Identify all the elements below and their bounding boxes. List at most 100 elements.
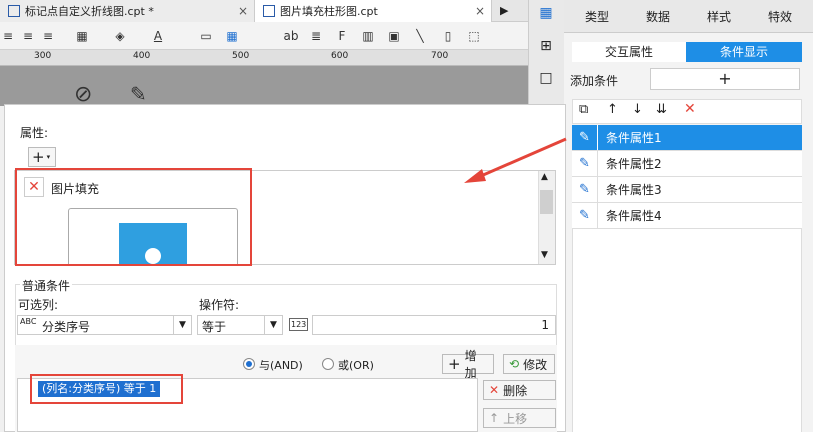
abc-icon: ABC — [20, 317, 37, 326]
delete-button[interactable]: ✕ 删除 — [483, 380, 556, 400]
border-icon[interactable]: ▦ — [74, 28, 90, 44]
condition-item[interactable]: ✎ 条件属性2 — [572, 151, 802, 177]
close-icon[interactable]: × — [238, 4, 248, 18]
move-bottom-icon[interactable]: ⇊ — [656, 102, 667, 117]
tab-label: 标记点自定义折线图.cpt * — [25, 5, 154, 18]
ruler-tick: 700 — [431, 51, 449, 61]
operator-select-value: 等于 — [202, 320, 227, 334]
tab-bar-chart[interactable]: 图片填充柱形图.cpt × — [255, 0, 492, 22]
and-radio[interactable] — [243, 358, 255, 370]
grid-icon[interactable]: ⊞ — [536, 38, 556, 58]
column-label: 可选列: — [18, 298, 59, 312]
add-property-button[interactable]: + ▾ — [28, 147, 56, 167]
image-icon[interactable]: ▣ — [386, 28, 402, 44]
arrow-up-icon: ↑ — [489, 411, 500, 425]
plus-icon: + — [448, 355, 461, 373]
tab-effects[interactable]: 特效 — [768, 8, 792, 25]
ruler — [0, 50, 528, 66]
modify-button[interactable]: ⟲ 修改 — [503, 354, 555, 374]
value-input-text: 1 — [541, 318, 549, 332]
tab-style[interactable]: 样式 — [707, 8, 731, 25]
operator-label: 操作符: — [199, 298, 240, 312]
scroll-thumb[interactable] — [540, 190, 553, 214]
frame-icon[interactable]: ▯ — [440, 28, 456, 44]
radio-dot — [246, 361, 252, 367]
dropdown-arrow-icon: ▾ — [46, 153, 51, 161]
pencil-icon: ✎ — [572, 151, 598, 176]
fill-icon[interactable]: ◈ — [112, 28, 128, 44]
pencil-icon: ✎ — [572, 125, 598, 150]
align-right-icon[interactable]: ≡ — [40, 28, 56, 44]
add-condition-button[interactable]: + — [650, 68, 800, 90]
arrow-down-icon[interactable]: ↓ — [632, 102, 643, 117]
file-icon — [8, 5, 20, 17]
square-icon[interactable]: □ — [536, 70, 556, 90]
paragraph-icon[interactable]: ≣ — [308, 28, 324, 44]
condition-label: 条件属性4 — [606, 209, 662, 223]
close-icon[interactable]: × — [475, 4, 485, 18]
tab-data[interactable]: 数据 — [646, 8, 670, 25]
pencil-icon: ✎ — [130, 82, 147, 106]
move-up-button[interactable]: ↑ 上移 — [483, 408, 556, 428]
cell-element-icon[interactable]: ▦ — [536, 5, 556, 25]
delete-button-label: 删除 — [503, 383, 528, 398]
column-select[interactable]: ABC 分类序号 ▼ — [17, 315, 192, 335]
condition-item[interactable]: ✎ 条件属性3 — [572, 177, 802, 203]
move-up-button-label: 上移 — [503, 411, 528, 426]
font-color-icon[interactable]: A — [150, 28, 166, 44]
ruler-tick: 400 — [133, 51, 151, 61]
expression-highlight-box — [30, 374, 183, 404]
tab-label: 图片填充柱形图.cpt — [280, 5, 378, 18]
add-condition-label: 添加条件 — [570, 74, 619, 88]
slash-icon[interactable]: ╲ — [412, 28, 428, 44]
highlight-box — [15, 168, 252, 266]
add-button-label: 增加 — [464, 349, 477, 380]
ruler-tick: 600 — [331, 51, 349, 61]
subtab-condition-display[interactable]: 条件显示 — [686, 42, 802, 62]
arrow-up-icon[interactable]: ↑ — [607, 102, 618, 117]
condition-label: 条件属性1 — [606, 131, 662, 145]
ruler-tick: 300 — [34, 51, 52, 61]
chevron-down-icon: ▼ — [264, 316, 282, 334]
plus-icon: + — [32, 148, 45, 166]
text-icon[interactable]: ab — [283, 28, 299, 44]
file-icon — [263, 5, 275, 17]
ruler-tick: 500 — [232, 51, 250, 61]
and-label: 与(AND) — [259, 359, 303, 372]
general-condition-label: 普通条件 — [20, 277, 73, 294]
condition-label: 条件属性2 — [606, 157, 662, 171]
add-button[interactable]: + 增加 — [442, 349, 494, 380]
align-center-icon[interactable]: ≡ — [20, 28, 36, 44]
or-radio[interactable] — [322, 358, 334, 370]
cell-icon[interactable]: ▭ — [198, 28, 214, 44]
column-select-value: 分类序号 — [42, 320, 91, 334]
formula-icon[interactable]: F — [334, 28, 350, 44]
tab-menu-icon[interactable]: ▶ — [500, 4, 514, 17]
table-icon[interactable]: ▦ — [224, 28, 240, 44]
scroll-down-icon[interactable]: ▼ — [541, 250, 548, 260]
or-label: 或(OR) — [338, 359, 374, 372]
tab-line-chart[interactable]: 标记点自定义折线图.cpt * × — [0, 0, 255, 22]
condition-item[interactable]: ✎ 条件属性4 — [572, 203, 802, 229]
condition-list-empty — [572, 229, 802, 432]
modify-button-label: 修改 — [523, 357, 548, 372]
align-left-icon[interactable]: ≡ — [0, 28, 16, 44]
copy-icon[interactable]: ⧉ — [579, 102, 588, 117]
tab-type[interactable]: 类型 — [585, 8, 609, 25]
pencil-icon: ✎ — [572, 177, 598, 202]
modify-icon: ⟲ — [509, 357, 520, 371]
operator-select[interactable]: 等于 ▼ — [197, 315, 283, 335]
chevron-down-icon: ▼ — [173, 316, 191, 334]
number-type-icon[interactable]: 123 — [289, 318, 309, 331]
delete-icon[interactable]: ✕ — [684, 101, 696, 117]
value-input[interactable]: 1 — [312, 315, 556, 335]
delete-icon: ✕ — [489, 383, 500, 397]
annotation-arrow — [464, 137, 567, 183]
properties-label: 属性: — [20, 126, 49, 140]
pencil-icon: ✎ — [572, 203, 598, 228]
more-icon[interactable]: ⬚ — [466, 28, 482, 44]
subtab-interaction[interactable]: 交互属性 — [572, 42, 686, 62]
condition-label: 条件属性3 — [606, 183, 662, 197]
condition-item[interactable]: ✎ 条件属性1 — [572, 125, 802, 151]
chart-icon[interactable]: ▥ — [360, 28, 376, 44]
